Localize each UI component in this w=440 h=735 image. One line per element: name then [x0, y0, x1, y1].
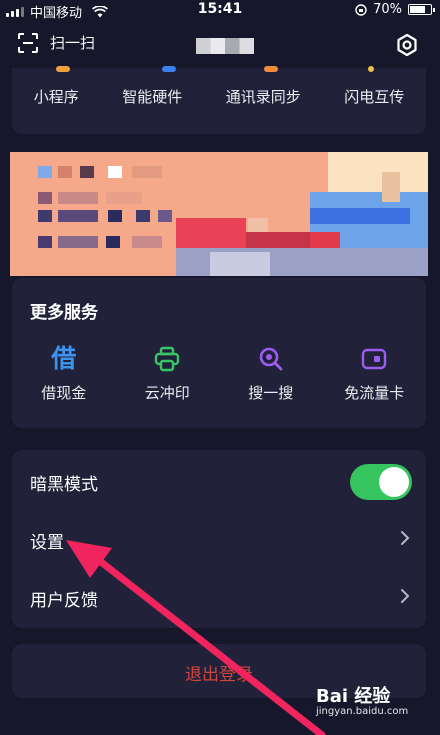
toggle-knob: [379, 467, 409, 497]
service-label: 免流量卡: [344, 384, 405, 402]
battery-percent: 70%: [373, 2, 402, 17]
orientation-lock-icon: [355, 3, 367, 16]
battery-icon: [408, 4, 435, 15]
dark-mode-toggle[interactable]: [350, 464, 412, 500]
service-data-card[interactable]: 免流量卡: [329, 344, 419, 403]
shortcut-row: 小程序 智能硬件 通讯录同步 闪电互传: [12, 86, 426, 107]
service-cash-loan[interactable]: 借 借现金: [19, 344, 109, 403]
scan-icon: [18, 32, 38, 53]
status-bar: 中国移动 15:41 70%: [0, 0, 440, 21]
smart-hardware-icon: [162, 66, 176, 72]
chevron-right-icon: [401, 589, 410, 603]
username-blurred: [196, 38, 254, 54]
more-services-card: 更多服务 借 借现金 云冲印 搜一搜 免流量卡: [12, 278, 426, 428]
banner-mosaic: [10, 152, 428, 276]
lightning-transfer-icon: [368, 66, 374, 72]
shortcut-card: 小程序 智能硬件 通讯录同步 闪电互传: [12, 66, 426, 134]
services-row: 借 借现金 云冲印 搜一搜 免流量卡: [12, 344, 426, 403]
chevron-right-icon: [401, 531, 410, 545]
shortcut-icons-partial: [12, 66, 426, 76]
feedback-row[interactable]: 用户反馈: [12, 568, 426, 626]
shortcut-contacts-sync[interactable]: 通讯录同步: [226, 86, 301, 107]
shortcut-mini-program[interactable]: 小程序: [34, 86, 79, 107]
settings-label: 设置: [30, 533, 64, 553]
cloud-print-icon: [152, 344, 182, 374]
shortcut-smart-hardware[interactable]: 智能硬件: [122, 86, 182, 107]
shortcut-lightning-transfer[interactable]: 闪电互传: [344, 86, 404, 107]
data-card-icon: [359, 344, 389, 374]
service-cloud-print[interactable]: 云冲印: [122, 344, 212, 403]
cash-loan-icon: 借: [51, 344, 77, 373]
feedback-label: 用户反馈: [30, 591, 98, 611]
watermark-brand: Bai 经验: [316, 686, 391, 707]
dark-mode-row: 暗黑模式: [12, 452, 426, 510]
services-title: 更多服务: [30, 303, 98, 323]
settings-row[interactable]: 设置: [12, 510, 426, 568]
service-label: 借现金: [41, 384, 87, 402]
status-right: 70%: [355, 2, 435, 17]
service-search[interactable]: 搜一搜: [226, 344, 316, 403]
dark-mode-label: 暗黑模式: [30, 475, 98, 495]
service-label: 云冲印: [144, 384, 190, 402]
settings-card: 暗黑模式 设置 用户反馈: [12, 450, 426, 628]
gear-icon[interactable]: [396, 34, 418, 56]
scan-button[interactable]: 扫一扫: [18, 32, 95, 53]
watermark-site: jingyan.baidu.com: [316, 706, 409, 717]
scan-label: 扫一扫: [50, 34, 96, 52]
promo-banner[interactable]: [10, 152, 428, 276]
baidu-watermark: Bai 经验 jingyan.baidu.com: [316, 682, 412, 722]
search-icon: [256, 344, 286, 374]
mini-program-icon: [56, 66, 70, 72]
header: 扫一扫: [0, 22, 440, 68]
contacts-sync-icon: [264, 66, 278, 72]
service-label: 搜一搜: [248, 384, 294, 402]
